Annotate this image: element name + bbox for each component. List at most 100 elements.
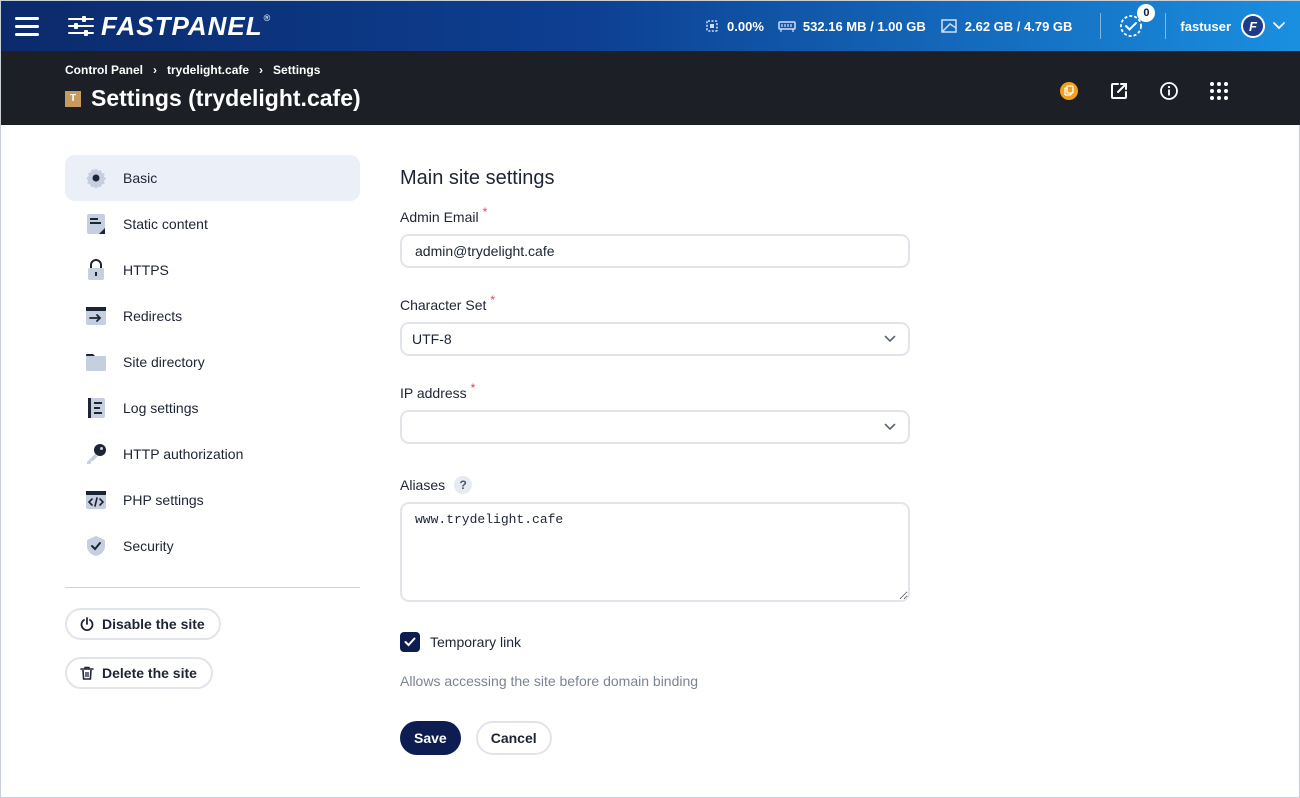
charset-label: Character Set * [400,293,920,313]
charset-select[interactable]: UTF-8 [400,322,910,356]
avatar: F [1241,14,1265,38]
sidebar-item-label: HTTP authorization [123,446,244,462]
key-icon [85,443,107,465]
external-link-icon [1111,83,1127,99]
apps-button[interactable] [1207,79,1231,103]
tasks-button[interactable]: 0 [1117,4,1156,40]
logo-sliders-icon [68,16,94,36]
page-title-row: T Settings (trydelight.cafe) [65,85,361,112]
save-button[interactable]: Save [400,721,461,755]
log-icon [85,397,107,419]
help-icon[interactable]: ? [454,476,473,494]
breadcrumb-settings: Settings [273,63,321,77]
ram-value: 532.16 MB / 1.00 GB [802,18,926,34]
folder-icon [85,351,107,373]
temporary-link-row: Temporary link [400,632,920,652]
divider [1100,13,1102,39]
temporary-link-label[interactable]: Temporary link [430,634,521,650]
ip-address-label: IP address * [400,381,920,401]
chevron-down-icon [884,423,896,431]
ip-address-select[interactable] [400,410,910,444]
open-site-button[interactable] [1107,79,1131,103]
top-bar: FASTPANEL ® 0.00% 532.16 MB / 1.00 GB 2.… [1,1,1300,51]
sidebar-item-static-content[interactable]: Static content [65,201,360,247]
divider [1165,13,1167,39]
lock-icon [85,259,107,281]
menu-icon[interactable] [15,15,39,37]
delete-site-label: Delete the site [102,665,197,681]
logo[interactable]: FASTPANEL ® [67,11,270,41]
required-mark: * [490,293,496,307]
disk-value: 2.62 GB / 4.79 GB [964,18,1073,34]
sidebar-item-site-directory[interactable]: Site directory [65,339,360,385]
charset-value: UTF-8 [412,331,452,347]
cancel-button[interactable]: Cancel [475,721,552,755]
form-actions: Save Cancel [400,721,920,755]
chevron-down-icon [1273,22,1285,30]
chevron-right-icon: › [153,63,158,77]
cpu-stat[interactable]: 0.00% [704,18,764,34]
sidebar-item-log-settings[interactable]: Log settings [65,385,360,431]
breadcrumb: Control Panel › trydelight.cafe › Settin… [65,63,320,77]
chevron-down-icon [884,335,896,343]
main-settings-form: Main site settings Admin Email * Charact… [400,155,920,755]
sidebar-item-label: HTTPS [123,262,169,278]
aliases-label-text: Aliases [400,477,446,493]
cpu-value: 0.00% [727,18,764,34]
trash-icon [80,666,94,680]
charset-label-text: Character Set [400,297,487,313]
user-menu[interactable]: fastuser F [1180,14,1285,38]
sidebar-item-basic[interactable]: Basic [65,155,360,201]
notification-icon [1060,82,1078,100]
system-stats: 0.00% 532.16 MB / 1.00 GB 2.62 GB / 4.79… [704,4,1300,39]
chevron-right-icon: › [259,63,264,77]
checkmark-icon [404,637,416,647]
required-mark: * [470,381,476,395]
logo-text: FASTPANEL [101,10,263,41]
username: fastuser [1180,18,1231,34]
sidebar-item-label: Static content [123,216,208,232]
sidebar-item-https[interactable]: HTTPS [65,247,360,293]
delete-site-button[interactable]: Delete the site [65,657,213,689]
header-actions [1031,79,1231,103]
sidebar-item-label: Basic [123,170,158,186]
sidebar-item-label: Log settings [123,400,199,416]
gear-icon [85,167,107,189]
notification-button[interactable] [1057,79,1081,103]
cpu-icon [706,20,718,32]
code-icon [85,489,107,511]
ram-icon [778,21,796,32]
sidebar-item-http-authorization[interactable]: HTTP authorization [65,431,360,477]
aliases-textarea[interactable]: www.trydelight.cafe [400,502,910,602]
sidebar-item-label: Redirects [123,308,183,324]
logo-registered-mark: ® [263,13,271,23]
page-title: Settings (trydelight.cafe) [91,85,361,111]
info-button[interactable] [1157,79,1181,103]
sidebar-item-label: Site directory [123,354,205,370]
temporary-link-checkbox[interactable] [400,632,420,652]
ram-stat[interactable]: 532.16 MB / 1.00 GB [778,19,926,34]
sidebar-item-redirects[interactable]: Redirects [65,293,360,339]
sidebar-item-label: PHP settings [123,492,204,508]
disable-site-label: Disable the site [102,616,205,632]
admin-email-input[interactable] [400,234,910,268]
settings-sidebar: Basic Static content HTTPS Redirects Sit… [65,155,360,689]
sidebar-divider [65,587,360,588]
redirect-icon [85,305,107,327]
aliases-label: Aliases ? [400,476,920,494]
ip-address-label-text: IP address [400,385,467,401]
disable-site-button[interactable]: Disable the site [65,608,221,640]
sidebar-item-php-settings[interactable]: PHP settings [65,477,360,523]
static-content-icon [85,213,107,235]
site-favicon: T [65,90,81,107]
required-mark: * [482,205,488,219]
disk-icon [941,19,957,33]
breadcrumb-control-panel[interactable]: Control Panel [65,63,143,77]
sidebar-item-security[interactable]: Security [65,523,360,569]
breadcrumb-site[interactable]: trydelight.cafe [167,63,249,77]
disk-stat[interactable]: 2.62 GB / 4.79 GB [940,18,1073,34]
admin-email-label: Admin Email * [400,205,920,225]
grid-icon [1210,82,1228,100]
shield-icon [85,535,107,557]
power-icon [80,617,94,631]
